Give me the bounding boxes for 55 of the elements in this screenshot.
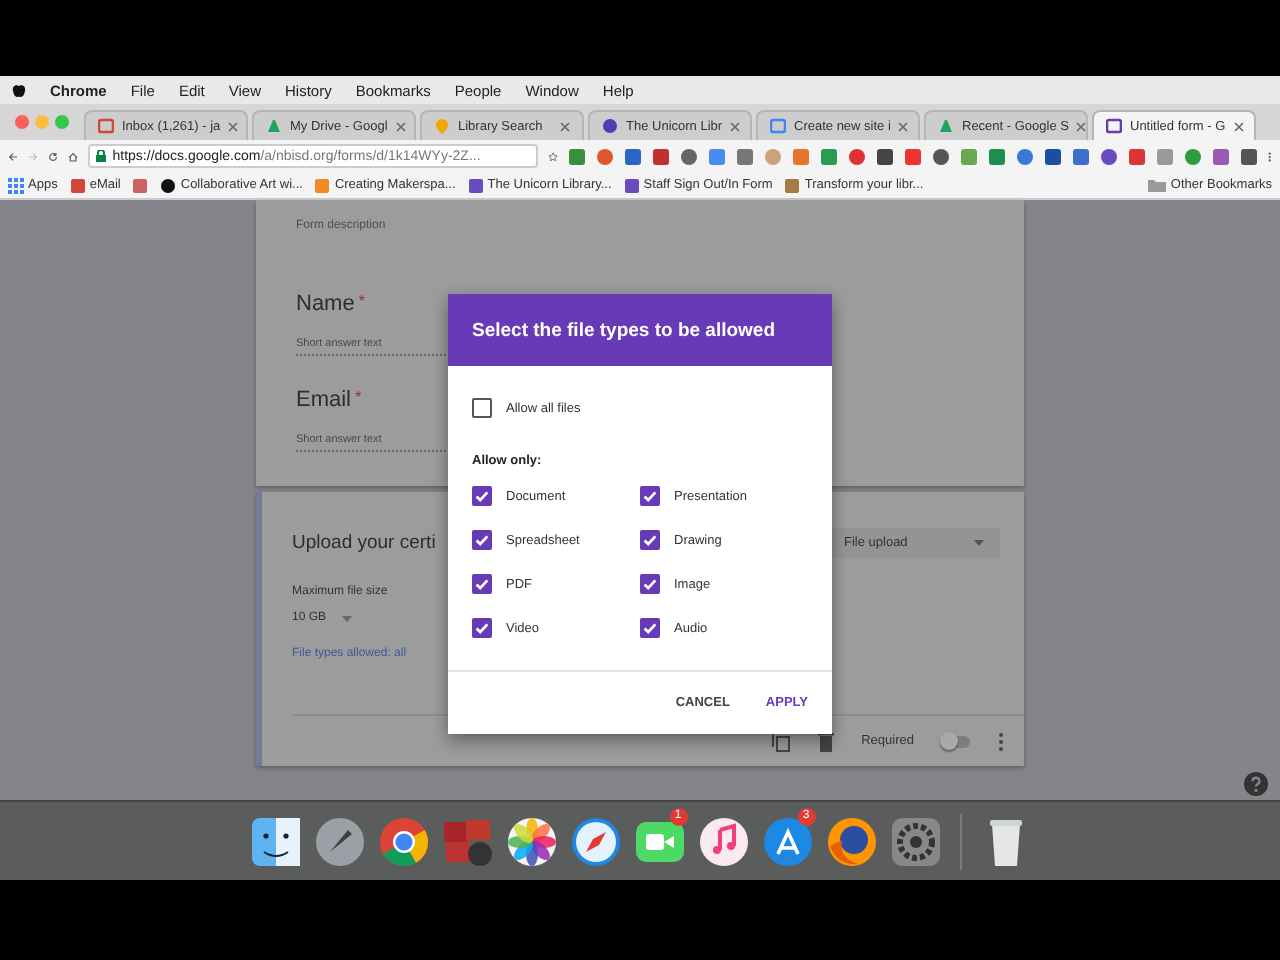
bookmark-favicon-icon [69, 177, 86, 193]
apple-logo-icon[interactable] [12, 82, 26, 98]
tab-favicon-icon [1106, 118, 1122, 134]
checkmark-icon [642, 532, 658, 548]
trash-icon[interactable] [817, 731, 834, 751]
tab-favicon-icon [602, 118, 618, 134]
folder-icon [1148, 178, 1167, 192]
finder-face-icon[interactable] [247, 813, 303, 869]
tab-favicon-icon [266, 118, 282, 134]
reload-icon[interactable] [48, 147, 59, 165]
caret-icon [974, 540, 984, 546]
bookmark-favicon-icon [623, 177, 640, 193]
required-toggle[interactable] [942, 735, 970, 747]
tab-favicon-icon [434, 118, 450, 134]
close-icon[interactable] [228, 121, 239, 131]
fox-globe-icon[interactable] [823, 813, 879, 869]
compass-icon[interactable] [567, 813, 623, 869]
close-icon[interactable] [1076, 121, 1086, 131]
checkmark-icon [642, 488, 658, 504]
checkmark-icon [642, 576, 658, 592]
close-icon[interactable] [730, 121, 741, 131]
question-title: Email * [296, 388, 362, 412]
question-title: Upload your certi [292, 532, 436, 554]
more-vertical-icon[interactable] [998, 731, 1004, 751]
checkmark-icon [474, 488, 490, 504]
caret-icon [342, 615, 353, 621]
back-arrow-icon[interactable] [8, 147, 19, 165]
question-title: Name * [296, 292, 365, 316]
star-icon[interactable] [548, 147, 559, 165]
bookmark-favicon-icon [467, 177, 484, 193]
checkmark-icon [474, 620, 490, 636]
home-icon[interactable] [68, 147, 79, 165]
checkmark-icon [474, 576, 490, 592]
tab-favicon-icon [98, 118, 114, 134]
browser-ring-icon[interactable] [375, 813, 431, 869]
close-icon[interactable] [898, 121, 909, 131]
bookmark-favicon-icon [314, 177, 331, 193]
lock-icon [96, 150, 107, 162]
dialog-title: Select the file types to be allowed [448, 294, 832, 366]
bookmark[interactable] [132, 177, 149, 193]
bookmark-favicon-icon [784, 177, 801, 193]
copy-icon[interactable] [771, 731, 790, 751]
close-icon[interactable] [560, 121, 570, 131]
checkmark-icon [474, 532, 490, 548]
help-icon[interactable] [1244, 772, 1268, 796]
gear-icon[interactable] [887, 813, 943, 869]
close-icon[interactable] [395, 121, 406, 131]
music-note-icon[interactable] [695, 813, 751, 869]
close-icon[interactable] [1233, 121, 1244, 131]
checkmark-icon [642, 620, 658, 636]
tab-favicon-icon [938, 118, 954, 134]
flower-icon[interactable] [503, 813, 559, 869]
app-store-icon[interactable] [759, 813, 815, 869]
tab-favicon-icon [770, 118, 786, 134]
apps-grid-icon [8, 177, 24, 193]
